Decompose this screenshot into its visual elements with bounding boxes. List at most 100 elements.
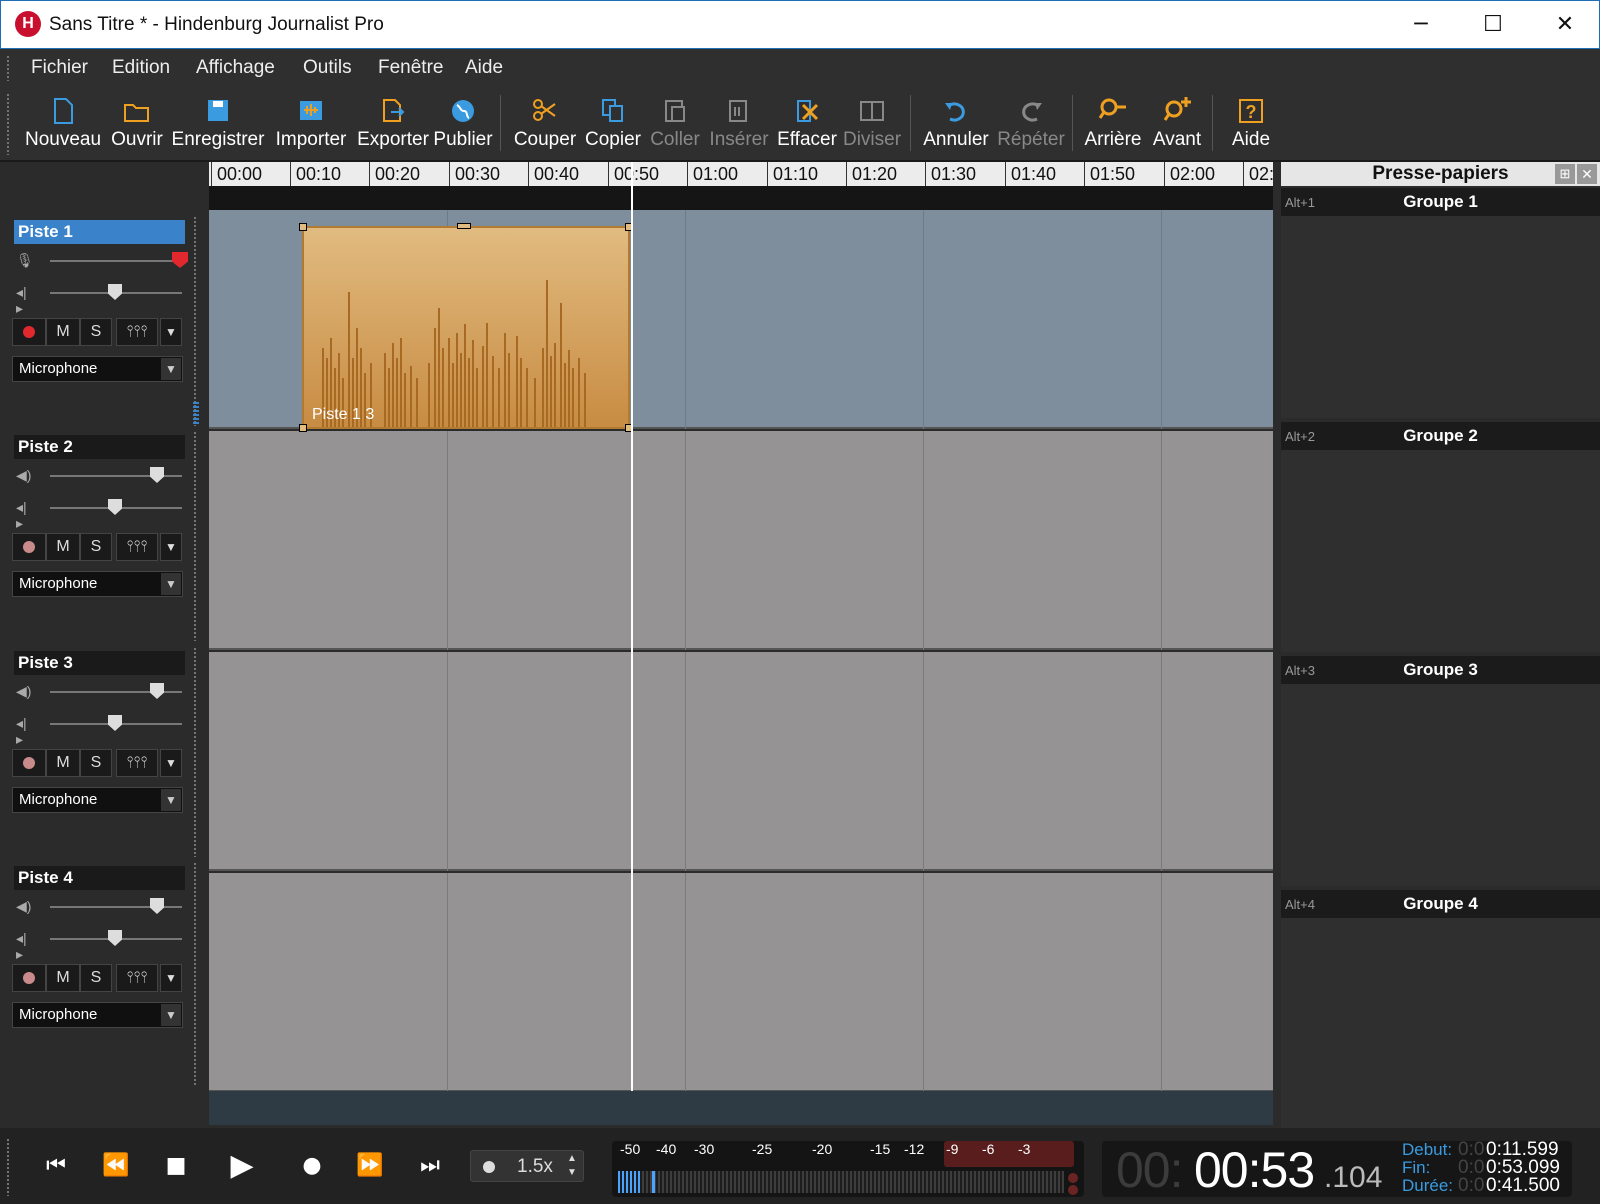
speed-control[interactable]: 1.5x ▲ ▼ (470, 1150, 584, 1182)
clip-handle-top-left[interactable] (299, 223, 307, 231)
menu-fenetre[interactable]: Fenêtre (378, 55, 443, 81)
record-arm-button[interactable] (12, 964, 46, 992)
menu-aide[interactable]: Aide (465, 55, 503, 81)
mute-button[interactable]: M (46, 533, 80, 561)
solo-button[interactable]: S (80, 318, 112, 346)
fast-forward-icon[interactable]: ⏩ (350, 1146, 390, 1186)
gain-thumb[interactable] (150, 898, 164, 914)
track-menu-button[interactable]: ▼ (160, 318, 182, 346)
clip-handle-top-center[interactable] (457, 223, 471, 229)
mute-button[interactable]: M (46, 318, 80, 346)
record-arm-button[interactable] (12, 318, 46, 346)
undo-button[interactable]: Annuler (918, 91, 994, 155)
cut-button[interactable]: Couper (510, 91, 580, 155)
import-button[interactable]: Importer (268, 91, 354, 155)
timeline-ruler[interactable]: 00:00 00:10 00:20 00:30 00:40 00:50 01:0… (209, 162, 1273, 186)
input-device-select[interactable]: Microphone ▼ (12, 356, 183, 382)
clipboard-group-1[interactable]: Groupe 1 Alt+1 (1281, 188, 1600, 418)
search-back-button[interactable]: Arrière (1080, 91, 1146, 155)
minimize-button[interactable]: ─ (1385, 1, 1457, 49)
gain-thumb[interactable] (150, 683, 164, 699)
menu-edition[interactable]: Edition (112, 55, 170, 81)
pan-thumb[interactable] (108, 715, 122, 731)
mixer-button[interactable]: ⫯⫯⫯ (116, 318, 158, 346)
paste-button[interactable]: Coller (646, 91, 704, 155)
record-arm-button[interactable] (12, 749, 46, 777)
mute-button[interactable]: M (46, 964, 80, 992)
record-arm-button[interactable] (12, 533, 46, 561)
lane-piste-3[interactable] (209, 652, 1273, 871)
gain-thumb[interactable] (150, 467, 164, 483)
save-button[interactable]: Enregistrer (170, 91, 266, 155)
track-resize-handle[interactable] (193, 647, 197, 857)
menu-affichage[interactable]: Affichage (196, 55, 275, 81)
skip-to-start-icon[interactable]: ⏮ (36, 1146, 76, 1186)
redo-button[interactable]: Répéter (996, 91, 1066, 155)
clipboard-group-3[interactable]: Groupe 3 Alt+3 (1281, 656, 1600, 886)
track-resize-handle[interactable] (193, 431, 197, 641)
solo-button[interactable]: S (80, 749, 112, 777)
speed-down-icon[interactable]: ▼ (567, 1167, 577, 1178)
mixer-button[interactable]: ⫯⫯⫯ (116, 533, 158, 561)
solo-button[interactable]: S (80, 964, 112, 992)
track-name[interactable]: Piste 4 (14, 866, 185, 890)
help-button[interactable]: ? Aide (1222, 91, 1280, 155)
window-title: Sans Titre * - Hindenburg Journalist Pro (49, 14, 384, 35)
record-icon[interactable]: ● (292, 1146, 332, 1186)
pan-thumb[interactable] (108, 930, 122, 946)
pin-icon[interactable]: ⊞ (1555, 164, 1575, 184)
mixer-button[interactable]: ⫯⫯⫯ (116, 964, 158, 992)
clip-handle-bottom-left[interactable] (299, 424, 307, 432)
search-forward-button[interactable]: Avant (1146, 91, 1208, 155)
mute-button[interactable]: M (46, 749, 80, 777)
gain-slider[interactable] (50, 260, 182, 262)
track-name[interactable]: Piste 2 (14, 435, 185, 459)
new-button[interactable]: Nouveau (22, 91, 104, 155)
open-button[interactable]: Ouvrir (106, 91, 168, 155)
timeline-scroll-strip[interactable] (209, 1091, 1273, 1125)
insert-button[interactable]: Insérer (706, 91, 772, 155)
close-button[interactable]: ✕ (1529, 1, 1600, 49)
track-menu-button[interactable]: ▼ (160, 749, 182, 777)
clipboard-group-2[interactable]: Groupe 2 Alt+2 (1281, 422, 1600, 652)
pan-thumb[interactable] (108, 284, 122, 300)
rewind-icon[interactable]: ⏪ (96, 1146, 136, 1186)
lane-piste-2[interactable] (209, 431, 1273, 650)
maximize-button[interactable]: ☐ (1457, 1, 1529, 49)
split-button[interactable]: Diviser (840, 91, 904, 155)
pan-thumb[interactable] (108, 499, 122, 515)
menu-outils[interactable]: Outils (303, 55, 352, 81)
lane-piste-4[interactable] (209, 873, 1273, 1091)
publish-button[interactable]: Publier (432, 91, 494, 155)
copy-button[interactable]: Copier (580, 91, 646, 155)
mixer-button[interactable]: ⫯⫯⫯ (116, 749, 158, 777)
track-name[interactable]: Piste 3 (14, 651, 185, 675)
solo-button[interactable]: S (80, 533, 112, 561)
close-panel-icon[interactable]: ✕ (1577, 164, 1597, 184)
erase-button[interactable]: Effacer (774, 91, 840, 155)
input-device-select[interactable]: Microphone ▼ (12, 571, 183, 597)
playhead[interactable] (631, 162, 633, 1091)
speed-toggle-icon[interactable] (483, 1161, 495, 1173)
stop-icon[interactable]: ■ (156, 1146, 196, 1186)
open-label: Ouvrir (111, 129, 163, 150)
speed-up-icon[interactable]: ▲ (567, 1153, 577, 1164)
audio-clip[interactable]: Piste 1 3 (299, 223, 633, 432)
track-name[interactable]: Piste 1 (14, 220, 185, 244)
play-icon[interactable]: ▶ (222, 1146, 262, 1186)
export-button[interactable]: Exporter (354, 91, 432, 155)
copy-icon (602, 99, 623, 122)
input-device-select[interactable]: Microphone ▼ (12, 1002, 183, 1028)
input-device-select[interactable]: Microphone ▼ (12, 787, 183, 813)
clipboard-group-4[interactable]: Groupe 4 Alt+4 (1281, 890, 1600, 1128)
clip-indicator-icon (1068, 1173, 1078, 1183)
track-menu-button[interactable]: ▼ (160, 964, 182, 992)
meter-peak (652, 1171, 655, 1193)
track-resize-handle[interactable] (193, 216, 197, 426)
track-menu-button[interactable]: ▼ (160, 533, 182, 561)
skip-to-end-icon[interactable]: ⏭ (410, 1146, 450, 1186)
gain-thumb[interactable] (172, 252, 188, 268)
track-resize-handle[interactable] (193, 862, 197, 1087)
timeline-marker-bar[interactable] (209, 186, 1273, 210)
menu-fichier[interactable]: Fichier (31, 55, 88, 81)
